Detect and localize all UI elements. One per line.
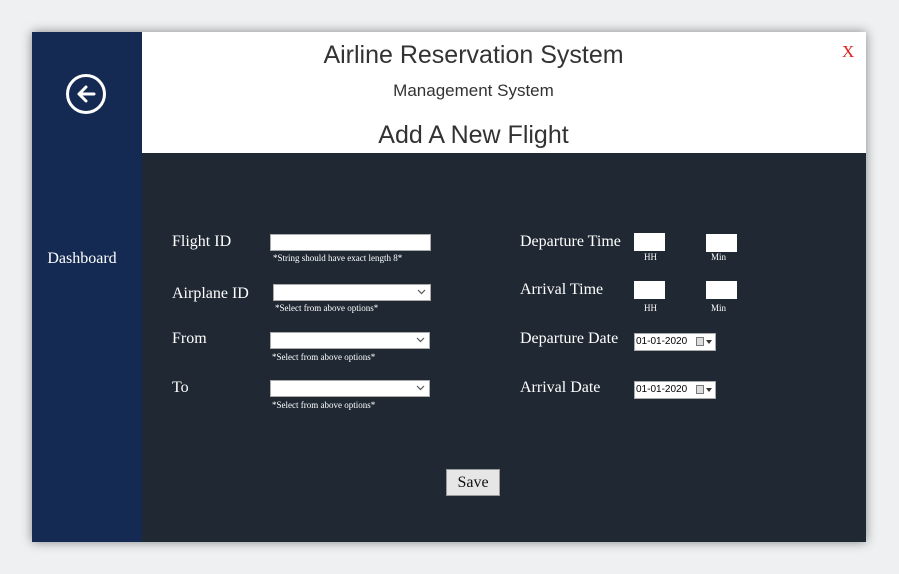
from-label: From [172,330,207,347]
arrival-date-picker[interactable]: 01-01-2020 [634,381,716,399]
arrival-date-value: 01-01-2020 [636,384,688,395]
arrival-date-label: Arrival Date [520,379,601,396]
app-window: Dashboard Airline Reservation System Man… [32,32,866,542]
app-subtitle: Management System [393,81,554,100]
close-button[interactable]: X [842,42,854,62]
flight-id-hint: *String should have exact length 8* [273,253,403,263]
chevron-down-icon [416,385,425,391]
calendar-icon [696,385,704,394]
arrow-left-icon [77,85,96,103]
arrival-time-label: Arrival Time [520,281,604,298]
header: Airline Reservation System Management Sy… [142,32,866,153]
save-button[interactable]: Save [446,469,500,496]
departure-min-input[interactable] [706,234,737,252]
departure-date-picker[interactable]: 01-01-2020 [634,333,716,351]
departure-time-label: Departure Time [520,233,621,250]
arrival-hh-input[interactable] [634,281,665,299]
flight-id-input[interactable] [270,234,431,251]
airplane-id-hint: *Select from above options* [275,303,379,313]
departure-min-label: Min [711,252,727,262]
airplane-id-label: Airplane ID [172,285,249,302]
dropdown-arrow-icon [706,340,712,344]
departure-date-value: 01-01-2020 [636,336,688,347]
to-label: To [172,379,189,396]
sidebar: Dashboard [32,32,142,542]
arrival-hh-label: HH [644,303,657,313]
arrival-min-input[interactable] [706,281,737,299]
departure-hh-label: HH [644,252,657,262]
to-hint: *Select from above options* [272,400,376,410]
calendar-icon [696,337,704,346]
chevron-down-icon [416,337,425,343]
from-hint: *Select from above options* [272,352,376,362]
back-button[interactable] [66,74,106,114]
arrival-min-label: Min [711,303,727,313]
chevron-down-icon [417,289,426,295]
dropdown-arrow-icon [706,388,712,392]
form-title: Add A New Flight [378,121,569,149]
app-title: Airline Reservation System [323,41,624,69]
from-select[interactable] [270,332,430,349]
departure-hh-input[interactable] [634,233,665,251]
flight-id-label: Flight ID [172,233,232,250]
dashboard-link[interactable]: Dashboard [32,250,132,268]
airplane-id-select[interactable] [273,284,431,301]
departure-date-label: Departure Date [520,330,619,347]
to-select[interactable] [270,380,430,397]
